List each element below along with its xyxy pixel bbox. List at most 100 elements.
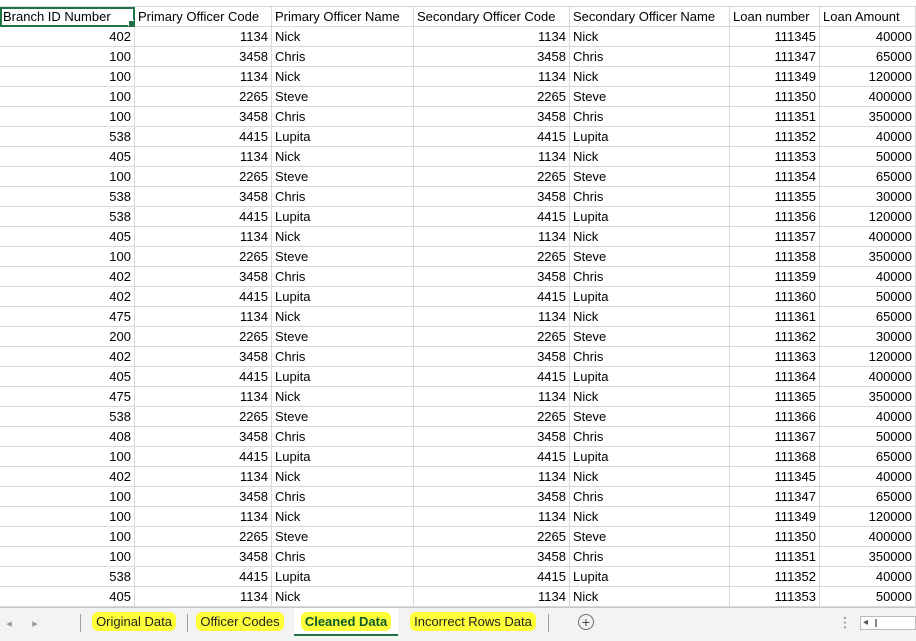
branch-id-cell[interactable]: 100: [0, 507, 135, 527]
loan-number-cell[interactable]: 111347: [730, 47, 820, 67]
secondary-officer-code-cell[interactable]: 4415: [414, 447, 570, 467]
secondary-officer-name-cell[interactable]: Chris: [570, 547, 730, 567]
loan-number-cell[interactable]: 111368: [730, 447, 820, 467]
primary-officer-name-cell[interactable]: Lupita: [272, 207, 414, 227]
loan-number-cell[interactable]: 111357: [730, 227, 820, 247]
prev-sheet-icon[interactable]: ◂: [2, 616, 16, 632]
primary-officer-code-cell[interactable]: 3458: [135, 427, 272, 447]
loan-amount-cell[interactable]: 50000: [820, 427, 916, 447]
scroll-left-icon[interactable]: ◂: [863, 616, 868, 630]
header-secondary-officer-name[interactable]: Secondary Officer Name: [570, 7, 730, 27]
primary-officer-code-cell[interactable]: 2265: [135, 247, 272, 267]
loan-number-cell[interactable]: 111352: [730, 127, 820, 147]
scroll-thumb[interactable]: [875, 619, 877, 627]
secondary-officer-code-cell[interactable]: 2265: [414, 167, 570, 187]
secondary-officer-name-cell[interactable]: Lupita: [570, 367, 730, 387]
secondary-officer-code-cell[interactable]: 1134: [414, 67, 570, 87]
primary-officer-name-cell[interactable]: Chris: [272, 107, 414, 127]
loan-number-cell[interactable]: 111351: [730, 107, 820, 127]
secondary-officer-code-cell[interactable]: 2265: [414, 87, 570, 107]
primary-officer-code-cell[interactable]: 4415: [135, 567, 272, 587]
secondary-officer-name-cell[interactable]: Steve: [570, 247, 730, 267]
loan-amount-cell[interactable]: 50000: [820, 147, 916, 167]
primary-officer-code-cell[interactable]: 3458: [135, 267, 272, 287]
secondary-officer-name-cell[interactable]: Chris: [570, 107, 730, 127]
secondary-officer-name-cell[interactable]: Nick: [570, 67, 730, 87]
secondary-officer-name-cell[interactable]: Chris: [570, 427, 730, 447]
branch-id-cell[interactable]: 100: [0, 47, 135, 67]
primary-officer-code-cell[interactable]: 2265: [135, 527, 272, 547]
loan-amount-cell[interactable]: 50000: [820, 287, 916, 307]
branch-id-cell[interactable]: 402: [0, 267, 135, 287]
loan-number-cell[interactable]: 111345: [730, 467, 820, 487]
loan-amount-cell[interactable]: 400000: [820, 367, 916, 387]
secondary-officer-code-cell[interactable]: 3458: [414, 47, 570, 67]
loan-number-cell[interactable]: 111353: [730, 587, 820, 607]
branch-id-cell[interactable]: 402: [0, 27, 135, 47]
loan-amount-cell[interactable]: 120000: [820, 207, 916, 227]
loan-amount-cell[interactable]: 65000: [820, 307, 916, 327]
primary-officer-code-cell[interactable]: 2265: [135, 407, 272, 427]
branch-id-cell[interactable]: 538: [0, 407, 135, 427]
primary-officer-name-cell[interactable]: Nick: [272, 587, 414, 607]
header-branch-id[interactable]: Branch ID Number: [0, 7, 135, 27]
branch-id-cell[interactable]: 405: [0, 367, 135, 387]
primary-officer-name-cell[interactable]: Chris: [272, 267, 414, 287]
loan-amount-cell[interactable]: 400000: [820, 87, 916, 107]
secondary-officer-name-cell[interactable]: Steve: [570, 167, 730, 187]
branch-id-cell[interactable]: 538: [0, 567, 135, 587]
loan-amount-cell[interactable]: 120000: [820, 67, 916, 87]
secondary-officer-code-cell[interactable]: 4415: [414, 567, 570, 587]
loan-number-cell[interactable]: 111358: [730, 247, 820, 267]
loan-number-cell[interactable]: 111347: [730, 487, 820, 507]
loan-number-cell[interactable]: 111359: [730, 267, 820, 287]
secondary-officer-code-cell[interactable]: 2265: [414, 327, 570, 347]
primary-officer-code-cell[interactable]: 1134: [135, 67, 272, 87]
branch-id-cell[interactable]: 100: [0, 87, 135, 107]
secondary-officer-code-cell[interactable]: 3458: [414, 427, 570, 447]
secondary-officer-code-cell[interactable]: 2265: [414, 407, 570, 427]
secondary-officer-code-cell[interactable]: 3458: [414, 547, 570, 567]
secondary-officer-code-cell[interactable]: 1134: [414, 307, 570, 327]
loan-number-cell[interactable]: 111350: [730, 527, 820, 547]
secondary-officer-code-cell[interactable]: 3458: [414, 107, 570, 127]
primary-officer-name-cell[interactable]: Nick: [272, 227, 414, 247]
secondary-officer-name-cell[interactable]: Nick: [570, 387, 730, 407]
loan-amount-cell[interactable]: 40000: [820, 467, 916, 487]
branch-id-cell[interactable]: 200: [0, 327, 135, 347]
loan-number-cell[interactable]: 111360: [730, 287, 820, 307]
secondary-officer-name-cell[interactable]: Nick: [570, 467, 730, 487]
primary-officer-name-cell[interactable]: Lupita: [272, 567, 414, 587]
primary-officer-name-cell[interactable]: Chris: [272, 427, 414, 447]
secondary-officer-name-cell[interactable]: Steve: [570, 407, 730, 427]
secondary-officer-code-cell[interactable]: 3458: [414, 187, 570, 207]
loan-number-cell[interactable]: 111354: [730, 167, 820, 187]
primary-officer-name-cell[interactable]: Steve: [272, 87, 414, 107]
branch-id-cell[interactable]: 538: [0, 127, 135, 147]
primary-officer-name-cell[interactable]: Chris: [272, 187, 414, 207]
primary-officer-code-cell[interactable]: 4415: [135, 447, 272, 467]
primary-officer-code-cell[interactable]: 4415: [135, 207, 272, 227]
primary-officer-name-cell[interactable]: Lupita: [272, 447, 414, 467]
branch-id-cell[interactable]: 100: [0, 447, 135, 467]
loan-amount-cell[interactable]: 350000: [820, 387, 916, 407]
header-primary-officer-name[interactable]: Primary Officer Name: [272, 7, 414, 27]
loan-amount-cell[interactable]: 50000: [820, 587, 916, 607]
branch-id-cell[interactable]: 408: [0, 427, 135, 447]
secondary-officer-name-cell[interactable]: Lupita: [570, 567, 730, 587]
worksheet-grid[interactable]: Branch ID Number Primary Officer Code Pr…: [0, 0, 916, 607]
secondary-officer-code-cell[interactable]: 1134: [414, 467, 570, 487]
secondary-officer-code-cell[interactable]: 4415: [414, 127, 570, 147]
secondary-officer-code-cell[interactable]: 1134: [414, 387, 570, 407]
header-loan-amount[interactable]: Loan Amount: [820, 7, 916, 27]
branch-id-cell[interactable]: 100: [0, 167, 135, 187]
primary-officer-code-cell[interactable]: 1134: [135, 27, 272, 47]
primary-officer-code-cell[interactable]: 4415: [135, 127, 272, 147]
secondary-officer-code-cell[interactable]: 1134: [414, 587, 570, 607]
secondary-officer-name-cell[interactable]: Steve: [570, 527, 730, 547]
secondary-officer-name-cell[interactable]: Chris: [570, 187, 730, 207]
loan-number-cell[interactable]: 111351: [730, 547, 820, 567]
secondary-officer-name-cell[interactable]: Lupita: [570, 207, 730, 227]
loan-amount-cell[interactable]: 40000: [820, 127, 916, 147]
secondary-officer-code-cell[interactable]: 4415: [414, 367, 570, 387]
